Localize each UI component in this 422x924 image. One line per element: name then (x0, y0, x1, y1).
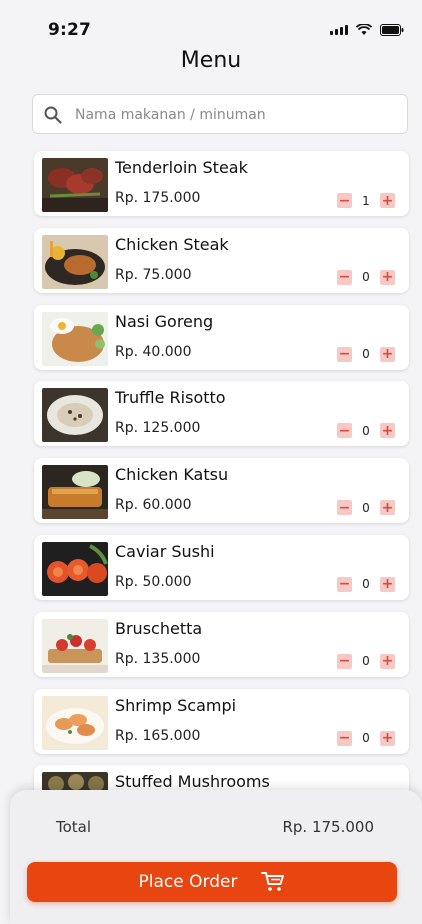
decrement-button[interactable]: − (337, 269, 352, 285)
increment-button[interactable]: + (380, 576, 395, 592)
item-price: Rp. 175.000 (115, 190, 201, 206)
quantity-value: 0 (362, 500, 370, 515)
menu-item-card[interactable]: Tenderloin Steak Rp. 175.000 − 1 + (34, 151, 409, 216)
food-image (42, 388, 108, 443)
search-icon (44, 106, 62, 124)
signal-icon (330, 25, 348, 35)
menu-item-card[interactable]: Caviar Sushi Rp. 50.000 − 0 + (34, 534, 409, 600)
decrement-button[interactable]: − (337, 500, 352, 516)
item-price: Rp. 50.000 (115, 573, 192, 590)
item-name: Chicken Steak (115, 234, 229, 254)
item-price: Rp. 165.000 (115, 727, 201, 744)
quantity-value: 0 (362, 423, 370, 438)
item-price: Rp. 40.000 (115, 343, 192, 360)
menu-item-card[interactable]: Shrimp Scampi Rp. 165.000 − 0 + (34, 688, 409, 754)
status-icons (330, 24, 404, 36)
menu-item-card[interactable]: Chicken Katsu Rp. 60.000 − 0 + (34, 458, 409, 524)
quantity-stepper: − 0 + (337, 730, 395, 746)
increment-button[interactable]: + (380, 193, 395, 208)
increment-button[interactable]: + (380, 269, 395, 285)
place-order-button[interactable]: Place Order (27, 862, 397, 902)
decrement-button[interactable]: − (337, 730, 352, 746)
quantity-stepper: − 0 + (337, 346, 395, 362)
item-name: Caviar Sushi (115, 541, 215, 561)
quantity-value: 0 (362, 731, 370, 746)
quantity-stepper: − 0 + (337, 269, 395, 285)
item-name: Bruschetta (115, 618, 203, 638)
search-input[interactable] (73, 95, 397, 134)
wifi-icon (356, 24, 372, 35)
increment-button[interactable]: + (380, 423, 395, 439)
increment-button[interactable]: + (380, 730, 395, 746)
item-price: Rp. 60.000 (115, 497, 192, 514)
food-image (42, 541, 108, 596)
quantity-stepper: − 0 + (337, 500, 395, 516)
menu-item-card[interactable]: Bruschetta Rp. 135.000 − 0 + (34, 611, 409, 677)
item-price: Rp. 135.000 (115, 650, 201, 667)
food-image (42, 311, 108, 366)
food-image (42, 695, 108, 750)
quantity-value: 0 (362, 654, 370, 669)
battery-icon (380, 24, 404, 36)
food-image (42, 465, 108, 520)
app-screen: 9:27 Menu Nama makanan / minuman Tenderl… (0, 0, 422, 924)
cart-icon (261, 872, 285, 891)
food-image (42, 234, 108, 289)
quantity-value: 0 (362, 577, 370, 592)
quantity-value: 0 (362, 270, 370, 285)
item-name: Stuffed Mushrooms (115, 772, 270, 792)
quantity-stepper: − 0 + (337, 576, 395, 592)
increment-button[interactable]: + (380, 346, 395, 362)
decrement-button[interactable]: − (337, 576, 352, 592)
search-bar[interactable] (32, 94, 408, 134)
food-image (42, 618, 108, 673)
item-name: Shrimp Scampi (115, 695, 237, 715)
quantity-stepper: − 0 + (337, 423, 395, 439)
decrement-button[interactable]: − (337, 346, 352, 362)
quantity-stepper: − 0 + (337, 653, 395, 669)
menu-item-card[interactable]: Truffle Risotto Rp. 125.000 − 0 + (34, 381, 409, 447)
decrement-button[interactable]: − (337, 193, 352, 208)
order-footer: Total Rp. 175.000 Place Order (10, 790, 422, 924)
total-label: Total (56, 818, 92, 836)
increment-button[interactable]: + (380, 653, 395, 669)
item-price: Rp. 75.000 (115, 266, 192, 283)
status-time: 9:27 (48, 20, 92, 40)
item-name: Nasi Goreng (115, 311, 214, 331)
item-name: Truffle Risotto (115, 388, 226, 408)
item-name: Tenderloin Steak (115, 158, 248, 177)
total-value: Rp. 175.000 (282, 818, 374, 836)
item-name: Chicken Katsu (115, 465, 229, 485)
decrement-button[interactable]: − (337, 653, 352, 669)
place-order-label: Place Order (138, 872, 238, 892)
menu-item-card[interactable]: Nasi Goreng Rp. 40.000 − 0 + (34, 304, 409, 370)
quantity-stepper: − 1 + (337, 193, 395, 208)
quantity-value: 1 (362, 193, 370, 208)
page-title: Menu (180, 48, 242, 73)
menu-item-card[interactable]: Chicken Steak Rp. 75.000 − 0 + (34, 227, 409, 293)
quantity-value: 0 (362, 347, 370, 362)
item-price: Rp. 125.000 (115, 420, 201, 437)
food-image (42, 158, 108, 212)
increment-button[interactable]: + (380, 500, 395, 516)
menu-list: Tenderloin Steak Rp. 175.000 − 1 + Chick… (34, 151, 409, 842)
decrement-button[interactable]: − (337, 423, 352, 439)
